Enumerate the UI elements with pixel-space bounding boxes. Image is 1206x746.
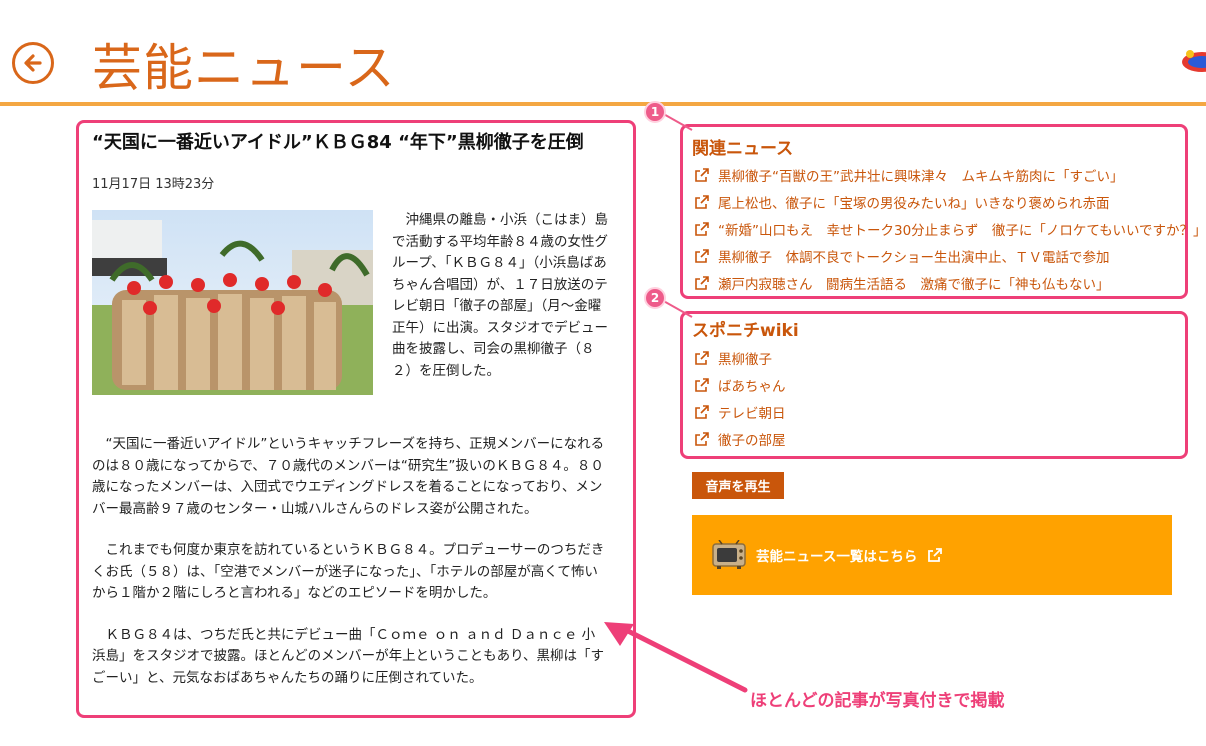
- wiki-link[interactable]: ばあちゃん: [718, 375, 786, 395]
- wiki-item[interactable]: 黒柳徹子: [694, 344, 786, 371]
- external-link-icon: [695, 431, 709, 446]
- wiki-item[interactable]: テレビ朝日: [694, 398, 786, 425]
- related-news-link[interactable]: 瀬戸内寂聴さん 闘病生活語る 激痛で徹子に「神も仏もない」: [718, 273, 1110, 293]
- wiki-link[interactable]: テレビ朝日: [718, 402, 786, 422]
- sponichi-logo: [1180, 46, 1206, 76]
- play-audio-button[interactable]: 音声を再生: [692, 472, 784, 499]
- wiki-list: 黒柳徹子 ばあちゃん テレビ朝日 徹子の部屋: [694, 344, 786, 452]
- external-link-icon: [695, 377, 709, 392]
- external-link-icon: [695, 275, 709, 290]
- external-link-icon: [695, 221, 709, 236]
- related-news-list: 黒柳徹子“百獣の王”武井壮に興味津々 ムキムキ筋肉に「すごい」 尾上松也、徹子に…: [694, 161, 1206, 296]
- external-link-icon: [695, 167, 709, 182]
- related-news-item[interactable]: 尾上松也、徹子に「宝塚の男役みたいね」いきなり褒められ赤面: [694, 188, 1206, 215]
- external-link-icon: [695, 248, 709, 263]
- annotation-arrow-icon: [604, 622, 748, 693]
- wiki-heading: スポニチwiki: [692, 321, 799, 341]
- related-news-heading: 関連ニュース: [692, 139, 794, 159]
- page-title: 芸能ニュース: [92, 39, 396, 97]
- related-news-item[interactable]: “新婚”山口もえ 幸せトーク30分止まらず 徹子に「ノロケてもいいですか？」: [694, 215, 1206, 242]
- back-arrow-icon: [24, 54, 42, 72]
- callout-badge-1: 1: [644, 101, 666, 123]
- annotation-caption: ほとんどの記事が写真付きで掲載: [750, 691, 1005, 711]
- external-link-icon: [695, 194, 709, 209]
- related-news-link[interactable]: 黒柳徹子“百獣の王”武井壮に興味津々 ムキムキ筋肉に「すごい」: [718, 165, 1124, 185]
- external-link-icon: [928, 548, 943, 562]
- wiki-link[interactable]: 黒柳徹子: [718, 348, 772, 368]
- related-news-link[interactable]: 黒柳徹子 体調不良でトークショー生出演中止、ＴＶ電話で参加: [718, 246, 1110, 266]
- header-divider: [0, 102, 1206, 106]
- related-news-link[interactable]: 尾上松也、徹子に「宝塚の男役みたいね」いきなり褒められ赤面: [718, 192, 1110, 212]
- related-news-item[interactable]: 黒柳徹子“百獣の王”武井壮に興味津々 ムキムキ筋肉に「すごい」: [694, 161, 1206, 188]
- callout-badge-2: 2: [644, 287, 666, 309]
- related-news-item[interactable]: 黒柳徹子 体調不良でトークショー生出演中止、ＴＶ電話で参加: [694, 242, 1206, 269]
- news-list-banner[interactable]: 芸能ニュース一覧はこちら: [692, 515, 1172, 595]
- back-button[interactable]: [12, 42, 54, 84]
- article-highlight-frame: [76, 120, 636, 718]
- related-news-item[interactable]: 瀬戸内寂聴さん 闘病生活語る 激痛で徹子に「神も仏もない」: [694, 269, 1206, 296]
- news-list-link[interactable]: 芸能ニュース一覧はこちら: [756, 545, 917, 565]
- external-link-icon: [695, 404, 709, 419]
- related-news-link[interactable]: “新婚”山口もえ 幸せトーク30分止まらず 徹子に「ノロケてもいいですか？」: [718, 219, 1206, 239]
- wiki-link[interactable]: 徹子の部屋: [718, 429, 786, 449]
- tv-icon: [712, 540, 746, 569]
- external-link-icon: [695, 350, 709, 365]
- wiki-item[interactable]: 徹子の部屋: [694, 425, 786, 452]
- wiki-item[interactable]: ばあちゃん: [694, 371, 786, 398]
